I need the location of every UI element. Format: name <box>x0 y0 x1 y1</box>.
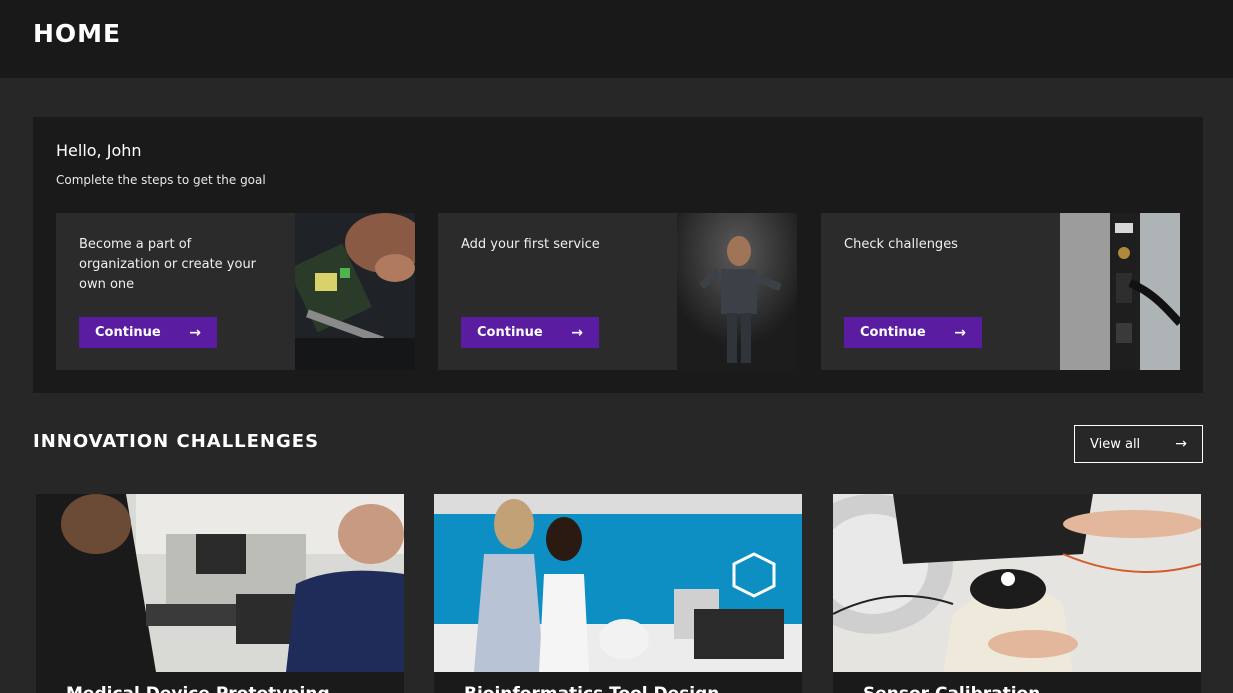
lab-researchers-photo <box>434 494 802 672</box>
button-label: Continue <box>95 325 161 340</box>
challenge-card-title: Sensor Calibration <box>863 684 1040 693</box>
sensor-device-photo <box>833 494 1201 672</box>
page-title: HOME <box>33 19 122 48</box>
section-title-innovation-challenges: INNOVATION CHALLENGES <box>33 431 320 452</box>
challenge-card[interactable]: Sensor Calibration <box>833 494 1201 693</box>
step-text: Check challenges <box>844 237 958 252</box>
challenge-card[interactable]: Bioinformatics Tool Design <box>434 494 802 693</box>
continue-button[interactable]: Continue → <box>461 317 599 348</box>
step-text: Become a part of organization or create … <box>79 237 257 292</box>
arrow-right-icon: → <box>189 324 201 341</box>
step-card-challenges: Check challenges Continue → <box>821 213 1180 370</box>
electronics-photo <box>295 213 415 370</box>
welcome-panel: Hello, John Complete the steps to get th… <box>33 117 1203 393</box>
welcome-subtitle: Complete the steps to get the goal <box>56 173 266 187</box>
challenge-card-title: Medical Device Prototyping <box>66 684 330 693</box>
arrow-right-icon: → <box>954 324 966 341</box>
button-label: Continue <box>477 325 543 340</box>
challenge-card-title: Bioinformatics Tool Design <box>464 684 719 693</box>
view-all-button[interactable]: View all → <box>1074 425 1203 463</box>
continue-button[interactable]: Continue → <box>844 317 982 348</box>
greeting: Hello, John <box>56 141 142 160</box>
arrow-right-icon: → <box>571 324 583 341</box>
step-text: Add your first service <box>461 237 600 252</box>
step-card-service: Add your first service Continue → <box>438 213 797 370</box>
continue-button[interactable]: Continue → <box>79 317 217 348</box>
button-label: Continue <box>860 325 926 340</box>
prosthetic-arm-photo <box>36 494 404 672</box>
arrow-right-icon: → <box>1175 436 1187 452</box>
challenge-card[interactable]: Medical Device Prototyping <box>36 494 404 693</box>
step-card-organization: Become a part of organization or create … <box>56 213 415 370</box>
top-bar: HOME <box>0 0 1233 78</box>
device-ports-photo <box>1060 213 1180 370</box>
robot-photo <box>677 213 797 370</box>
view-all-label: View all <box>1090 436 1141 452</box>
